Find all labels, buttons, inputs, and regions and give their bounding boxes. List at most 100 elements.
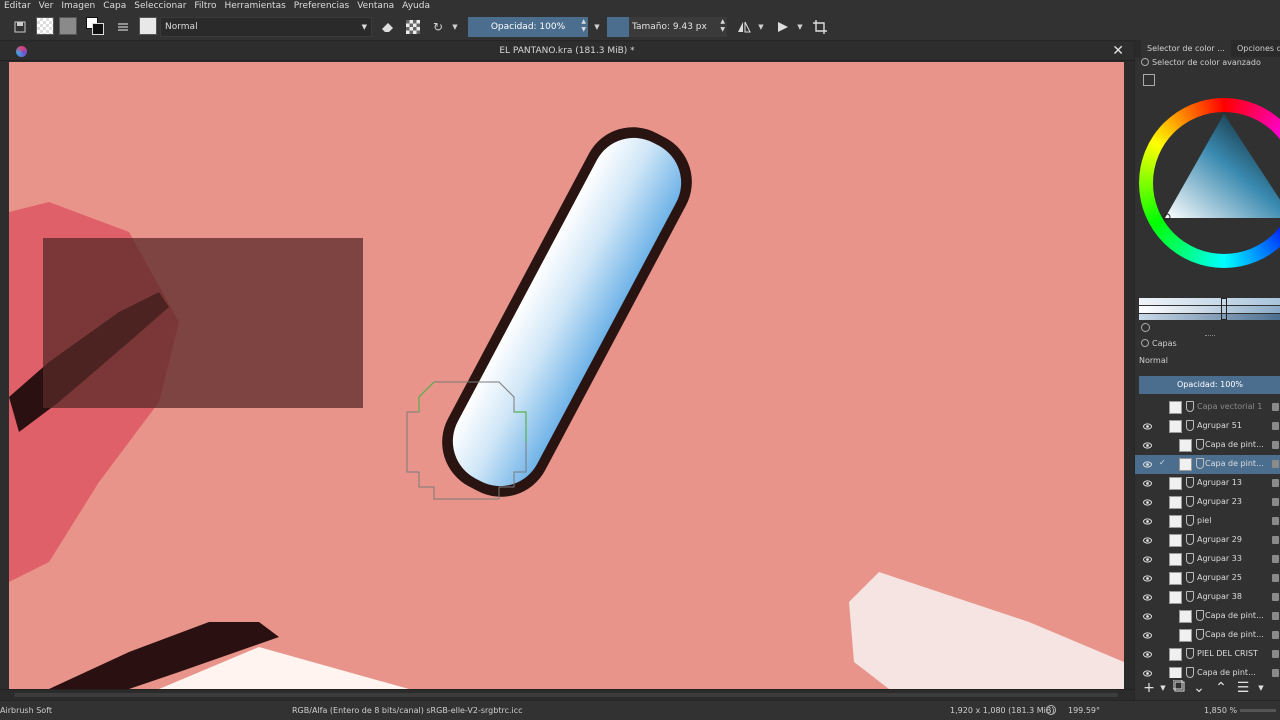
mirror-vertical-icon[interactable] <box>773 17 793 37</box>
move-up-icon[interactable]: ⌃ <box>1213 680 1229 696</box>
lock-icon[interactable] <box>1272 593 1279 601</box>
eye-icon[interactable] <box>1143 441 1152 450</box>
duplicate-layer-icon[interactable] <box>1171 679 1187 696</box>
layer-row[interactable]: Agrupar 13 <box>1135 474 1280 493</box>
lock-icon[interactable] <box>1272 612 1279 620</box>
menu-item-ventana[interactable]: Ventana <box>353 0 398 13</box>
layer-row[interactable]: Capa de pint... <box>1135 607 1280 626</box>
layer-properties-icon[interactable]: ☰ <box>1235 680 1251 696</box>
eye-icon[interactable] <box>1143 631 1152 640</box>
horizontal-scrollbar[interactable] <box>0 689 1134 699</box>
layer-row[interactable]: Agrupar 33 <box>1135 550 1280 569</box>
reset-icon[interactable] <box>1141 323 1150 332</box>
chevron-down-icon[interactable]: ▼ <box>756 17 766 37</box>
lock-icon[interactable] <box>1272 669 1279 677</box>
color-bar[interactable] <box>1139 298 1280 305</box>
docker-divider[interactable] <box>1205 335 1215 336</box>
docker-float-icon[interactable] <box>1141 339 1149 347</box>
color-bar[interactable] <box>1139 306 1280 313</box>
eye-icon[interactable] <box>1143 498 1152 507</box>
lock-icon[interactable] <box>1272 517 1279 525</box>
zoom-slider[interactable] <box>1240 709 1276 712</box>
blend-mode-select[interactable]: Normal ▼ <box>160 17 372 37</box>
pattern-swatch[interactable] <box>59 17 77 35</box>
layer-row[interactable]: Agrupar 23 <box>1135 493 1280 512</box>
size-slider[interactable]: Tamaño: 9.43 px ▲ ▼ <box>607 17 727 37</box>
rotation-icon[interactable] <box>1046 705 1056 715</box>
layer-row[interactable]: piel <box>1135 512 1280 531</box>
eye-icon[interactable] <box>1143 479 1152 488</box>
eye-icon[interactable] <box>1143 536 1152 545</box>
opacity-slider[interactable]: Opacidad: 100% ▲ ▼ <box>468 17 588 37</box>
menu-item-ver[interactable]: Ver <box>35 0 58 13</box>
color-settings-icon[interactable] <box>1143 74 1155 86</box>
eye-icon[interactable] <box>1143 460 1152 469</box>
document-tab[interactable]: EL PANTANO.kra (181.3 MiB) * ✕ <box>0 42 1134 61</box>
layer-row[interactable]: ✓ Capa de pint... <box>1135 455 1280 474</box>
chevron-down-icon[interactable]: ▼ <box>795 17 805 37</box>
eye-icon[interactable] <box>1143 574 1152 583</box>
mirror-horizontal-icon[interactable] <box>734 17 754 37</box>
menu-item-editar[interactable]: Editar <box>0 0 35 13</box>
save-icon[interactable] <box>10 17 30 37</box>
eye-icon[interactable] <box>1143 669 1152 678</box>
lock-icon[interactable] <box>1272 631 1279 639</box>
reload-icon[interactable]: ↻ <box>428 17 448 37</box>
eye-icon[interactable] <box>1143 517 1152 526</box>
eye-icon[interactable] <box>1143 612 1152 621</box>
close-icon[interactable]: ✕ <box>1112 42 1124 61</box>
menu-item-preferencias[interactable]: Preferencias <box>290 0 353 13</box>
lock-icon[interactable] <box>1272 650 1279 658</box>
layer-opacity-slider[interactable]: Opacidad: 100% <box>1139 376 1280 394</box>
layer-row[interactable]: Capa de pint... <box>1135 436 1280 455</box>
menu-item-capa[interactable]: Capa <box>99 0 130 13</box>
gradient-swatch[interactable] <box>36 17 54 35</box>
lock-icon[interactable] <box>1272 574 1279 582</box>
color-wheel[interactable] <box>1139 98 1280 268</box>
lock-icon[interactable] <box>1272 536 1279 544</box>
fg-bg-color-icon[interactable] <box>86 17 106 37</box>
brush-preset-icon[interactable] <box>139 17 157 35</box>
color-history-bars[interactable] <box>1139 298 1280 320</box>
lock-icon[interactable] <box>1272 460 1279 468</box>
vertical-scrollbar[interactable] <box>1124 62 1134 689</box>
spin-arrows-icon[interactable]: ▲ ▼ <box>581 18 586 34</box>
layer-row[interactable]: Agrupar 25 <box>1135 569 1280 588</box>
color-bar-cursor[interactable] <box>1221 298 1227 320</box>
layer-row[interactable]: PIEL DEL CRIST <box>1135 645 1280 664</box>
move-down-icon[interactable]: ⌄ <box>1191 680 1207 696</box>
spin-arrows-icon[interactable]: ▲ ▼ <box>720 18 725 34</box>
layer-row[interactable]: Agrupar 51 <box>1135 417 1280 436</box>
lock-icon[interactable] <box>1272 441 1279 449</box>
crop-icon[interactable] <box>810 17 830 37</box>
chevron-down-icon[interactable]: ▼ <box>1155 680 1171 696</box>
scrollbar-thumb[interactable] <box>14 693 1118 697</box>
eye-off-icon[interactable] <box>1143 403 1152 412</box>
docker-float-icon[interactable] <box>1141 58 1149 66</box>
eye-icon[interactable] <box>1143 555 1152 564</box>
menu-item-imagen[interactable]: Imagen <box>57 0 99 13</box>
eye-icon[interactable] <box>1143 422 1152 431</box>
lock-icon[interactable] <box>1272 403 1279 411</box>
chevron-down-icon[interactable]: ▼ <box>450 17 460 37</box>
brush-settings-icon[interactable] <box>113 17 133 37</box>
chevron-down-icon[interactable]: ▼ <box>1253 680 1269 696</box>
menu-item-seleccionar[interactable]: Seleccionar <box>130 0 190 13</box>
layer-row[interactable]: Capa vectorial 1 <box>1135 398 1280 417</box>
menu-item-herramientas[interactable]: Herramientas <box>220 0 289 13</box>
lock-icon[interactable] <box>1272 555 1279 563</box>
menu-item-ayuda[interactable]: Ayuda <box>398 0 434 13</box>
layer-row[interactable]: Capa de pint... <box>1135 626 1280 645</box>
alpha-lock-icon[interactable] <box>403 17 423 37</box>
menu-item-filtro[interactable]: Filtro <box>190 0 220 13</box>
chevron-down-icon[interactable]: ▼ <box>592 17 602 37</box>
layer-row[interactable]: Capa de pint... <box>1135 664 1280 678</box>
lock-icon[interactable] <box>1272 479 1279 487</box>
eye-icon[interactable] <box>1143 593 1152 602</box>
lock-icon[interactable] <box>1272 498 1279 506</box>
canvas[interactable] <box>9 62 1124 689</box>
eye-icon[interactable] <box>1143 650 1152 659</box>
eraser-icon[interactable] <box>378 17 398 37</box>
tab-color-selector[interactable]: Selector de color ... <box>1141 40 1231 57</box>
layer-row[interactable]: Agrupar 29 <box>1135 531 1280 550</box>
